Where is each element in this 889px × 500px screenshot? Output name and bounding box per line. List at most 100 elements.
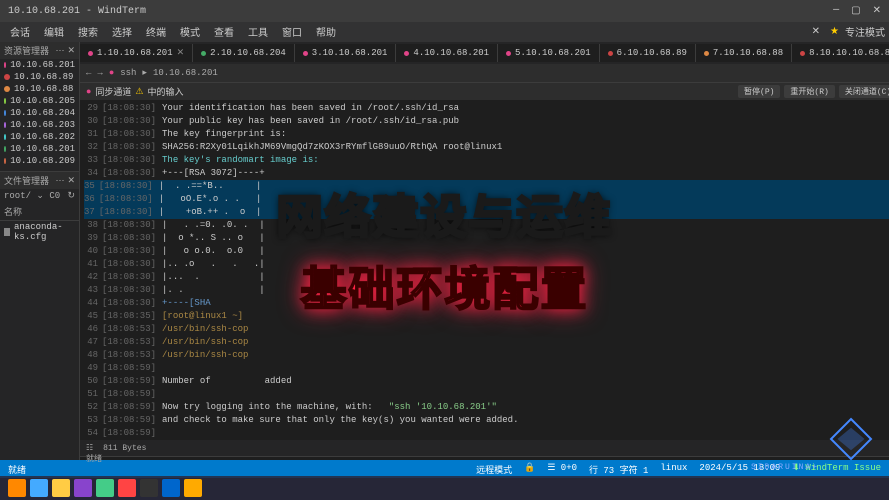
ready-bar: 就绪	[80, 456, 889, 460]
pause-button[interactable]: 暂停(P)	[738, 85, 780, 98]
host-item[interactable]: 10.10.68.89	[0, 71, 79, 83]
taskbar-icon[interactable]	[140, 479, 158, 497]
session-tab[interactable]: 8.10.10.10.68.89	[792, 44, 889, 62]
terminal-line: 37[18:08:30]| +oB.++ . o |	[84, 206, 889, 219]
menu-search[interactable]: 搜索	[72, 22, 104, 42]
menu-bar: 会话 编辑 搜索 选择 终端 模式 查看 工具 窗口 帮助 ✕ ★ 专注模式	[0, 22, 889, 42]
menu-help[interactable]: 帮助	[310, 22, 342, 42]
terminal-line: 43[18:08:30]|. . |	[84, 284, 889, 297]
menu-terminal[interactable]: 终端	[140, 22, 172, 42]
session-tab[interactable]: 2.10.10.68.204	[193, 44, 295, 62]
close-x-icon[interactable]: ✕	[812, 26, 820, 38]
host-list: 10.10.68.20110.10.68.8910.10.68.8810.10.…	[0, 59, 79, 167]
taskbar-icon[interactable]	[52, 479, 70, 497]
focus-mode-label[interactable]: 专注模式	[845, 24, 885, 40]
terminal-line: 40[18:08:30]| o o.0. o.0 |	[84, 245, 889, 258]
host-item[interactable]: 10.10.68.88	[0, 83, 79, 95]
warn-icon: ⚠	[135, 87, 143, 97]
session-tab[interactable]: 4.10.10.68.201	[396, 44, 498, 62]
menu-tools[interactable]: 工具	[242, 22, 274, 42]
status-ready: 就绪	[8, 463, 26, 476]
close-channel-button[interactable]: 关闭通道(C)	[839, 85, 889, 98]
panel-close-icon[interactable]: ✕	[67, 46, 75, 56]
host-item[interactable]: 10.10.68.205	[0, 95, 79, 107]
explorer-title: 资源管理器	[4, 44, 49, 57]
sync-bar: ● 同步通道 ⚠ 中的输入 暂停(P) 重开始(R) 关闭通道(C) ✕	[80, 82, 889, 100]
file-path-bar[interactable]: root/ ⌄ C0 ↻	[0, 189, 79, 203]
session-tabs: 1.10.10.68.201✕2.10.10.68.2043.10.10.68.…	[80, 42, 889, 64]
close-button[interactable]: ✕	[873, 5, 881, 17]
explorer-header: 资源管理器 ⋯✕	[0, 42, 79, 59]
menu-select[interactable]: 选择	[106, 22, 138, 42]
title-bar: 10.10.68.201 - WindTerm — ▢ ✕	[0, 0, 889, 22]
taskbar-icon[interactable]	[96, 479, 114, 497]
file-manager-header: 文件管理器 ⋯✕	[0, 172, 79, 189]
refresh-icon[interactable]: ↻	[67, 191, 75, 201]
session-tab[interactable]: 6.10.10.68.89	[600, 44, 696, 62]
address-path: 10.10.68.201	[153, 68, 889, 78]
window-controls: — ▢ ✕	[833, 5, 881, 17]
host-item[interactable]: 10.10.68.209	[0, 155, 79, 167]
terminal-line: 44[18:08:30]+----[SHA	[84, 297, 889, 310]
taskbar-icon[interactable]	[74, 479, 92, 497]
star-icon: ★	[830, 26, 839, 38]
session-tab[interactable]: 1.10.10.68.201✕	[80, 44, 193, 62]
status-cursor: 行 73 字符 1	[589, 463, 648, 476]
host-item[interactable]: 10.10.68.204	[0, 107, 79, 119]
terminal-line: 38[18:08:30]| . .=0. .0. . |	[84, 219, 889, 232]
panel-menu-icon[interactable]: ⋯	[55, 46, 64, 56]
terminal-line: 50[18:08:59]Number of added	[84, 375, 889, 388]
taskbar[interactable]	[0, 476, 889, 500]
session-tab[interactable]: 7.10.10.68.88	[696, 44, 792, 62]
host-item[interactable]: 10.10.68.203	[0, 119, 79, 131]
sync-warn-text: 中的输入	[148, 85, 184, 98]
terminal-line: 49[18:08:59]	[84, 362, 889, 375]
terminal-output[interactable]: 29[18:08:30]Your identification has been…	[80, 100, 889, 440]
file-item[interactable]: anaconda-ks.cfg	[0, 221, 79, 243]
sync-label: 同步通道	[95, 85, 131, 98]
terminal-line: 36[18:08:30]| oO.E*.o . . |	[84, 193, 889, 206]
terminal-line: 42[18:08:30]|... . |	[84, 271, 889, 284]
host-item[interactable]: 10.10.68.201	[0, 59, 79, 71]
session-tab[interactable]: 5.10.10.68.201	[498, 44, 600, 62]
taskbar-icon[interactable]	[118, 479, 136, 497]
menu-view[interactable]: 查看	[208, 22, 240, 42]
file-manager-title: 文件管理器	[4, 174, 49, 187]
status-os: linux	[660, 463, 687, 476]
menu-window[interactable]: 窗口	[276, 22, 308, 42]
panel-close-icon[interactable]: ✕	[67, 176, 75, 186]
protocol-label: ssh	[120, 68, 136, 78]
nav-fwd-icon[interactable]: →	[97, 68, 102, 78]
terminal-line: 29[18:08:30]Your identification has been…	[84, 102, 889, 115]
restart-button[interactable]: 重开始(R)	[784, 85, 834, 98]
terminal-line: 48[18:08:53]/usr/bin/ssh-cop	[84, 349, 889, 362]
taskbar-icon[interactable]	[162, 479, 180, 497]
lock-icon[interactable]: 🔒	[524, 463, 535, 476]
session-tab[interactable]: 3.10.10.68.201	[295, 44, 397, 62]
maximize-button[interactable]: ▢	[851, 5, 860, 17]
terminal-line: 45[18:08:35][root@linux1 ~]	[84, 310, 889, 323]
file-list: anaconda-ks.cfg	[0, 221, 79, 243]
menu-mode[interactable]: 模式	[174, 22, 206, 42]
minimize-button[interactable]: —	[833, 5, 839, 17]
terminal-line: 33[18:08:30]The key's randomart image is…	[84, 154, 889, 167]
conn-dot-icon: ●	[109, 68, 114, 78]
nav-back-icon[interactable]: ←	[86, 68, 91, 78]
address-bar: ← → ● ssh ▸ 10.10.68.201 ⋯	[80, 64, 889, 82]
bytes-label: 811 Bytes	[103, 444, 146, 453]
terminal-line: 52[18:08:59]Now try logging into the mac…	[84, 401, 889, 414]
host-item[interactable]: 10.10.68.202	[0, 131, 79, 143]
terminal-line: 35[18:08:30]| . .==*B.. |	[84, 180, 889, 193]
terminal-line: 46[18:08:53]/usr/bin/ssh-cop	[84, 323, 889, 336]
host-item[interactable]: 10.10.68.201	[0, 143, 79, 155]
grid-icon[interactable]: ☷	[86, 443, 93, 453]
taskbar-icon[interactable]	[8, 479, 26, 497]
panel-menu-icon[interactable]: ⋯	[55, 176, 64, 186]
taskbar-icon[interactable]	[30, 479, 48, 497]
status-remote-mode[interactable]: 远程模式	[476, 463, 512, 476]
terminal-line: 53[18:08:59]and check to make sure that …	[84, 414, 889, 427]
taskbar-icon[interactable]	[184, 479, 202, 497]
menu-edit[interactable]: 编辑	[38, 22, 70, 42]
menu-session[interactable]: 会话	[4, 22, 36, 42]
file-column-header: 名称	[0, 203, 79, 221]
